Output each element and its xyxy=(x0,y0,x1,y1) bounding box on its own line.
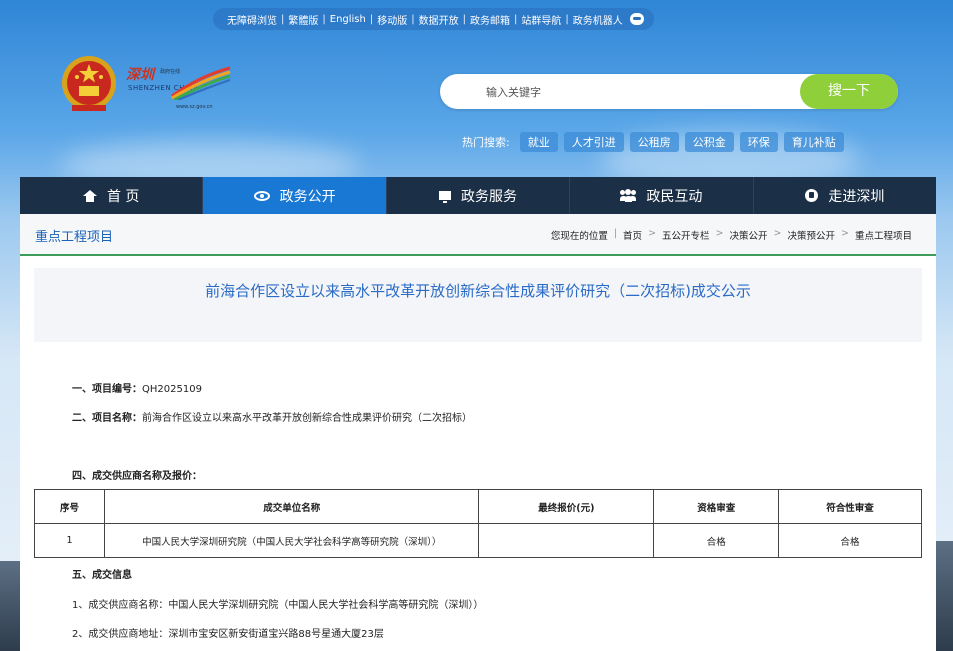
monitor-icon xyxy=(439,191,452,203)
deal-supplier-name: 1、成交供应商名称：中国人民大学深圳研究院（中国人民大学社会科学高等研究院（深圳… xyxy=(72,600,484,611)
nav-gov-affairs-open[interactable]: 政务公开 xyxy=(203,177,387,214)
hot-tag-childcare-subsidy[interactable]: 育儿补贴 xyxy=(783,132,844,152)
col-header-index: 序号 xyxy=(34,489,105,524)
breadcrumb-prefix: 您现在的位置 xyxy=(550,231,608,242)
background-building xyxy=(936,541,953,651)
col-header-final-price: 最终报价(元) xyxy=(478,489,655,524)
cell-index: 1 xyxy=(34,523,105,558)
col-header-unit-name: 成交单位名称 xyxy=(103,489,480,524)
eye-icon xyxy=(253,190,270,201)
search-bar: 搜一下 xyxy=(440,74,898,109)
breadcrumb-decision-open[interactable]: 决策公开 xyxy=(730,228,768,242)
open-data-link[interactable]: 数据开放 xyxy=(415,12,463,27)
search-button[interactable]: 搜一下 xyxy=(800,74,898,109)
national-emblem-icon xyxy=(62,56,116,111)
home-icon xyxy=(82,189,97,202)
hot-search: 热门搜索: 就业 人才引进 公租房 公积金 环保 育儿补贴 xyxy=(462,132,844,152)
nav-interaction[interactable]: 政民互动 xyxy=(570,177,754,214)
article-title-box: 前海合作区设立以来高水平改革开放创新综合性成果评价研究（二次招标)成交公示 xyxy=(34,268,922,342)
breadcrumb-five-open[interactable]: 五公开专栏 xyxy=(662,228,710,242)
project-name: 二、项目名称：前海合作区设立以来高水平改革开放创新综合性成果评价研究（二次招标） xyxy=(72,413,472,424)
main-nav: 首 页 政务公开 政务服务 政民互动 走进深圳 xyxy=(20,177,936,214)
col-header-compliance: 符合性审查 xyxy=(778,489,922,524)
robot-icon[interactable] xyxy=(629,13,644,25)
cell-qualification: 合格 xyxy=(653,523,780,558)
background-building xyxy=(0,561,20,651)
table-row: 1 中国人民大学深圳研究院（中国人民大学社会科学高等研究院（深圳）） 合格 合格 xyxy=(34,523,922,558)
cell-compliance: 合格 xyxy=(778,523,922,558)
hot-tag-public-housing[interactable]: 公租房 xyxy=(629,132,679,152)
site-nav-link[interactable]: 站群导航 xyxy=(517,12,565,27)
nav-about-shenzhen[interactable]: 走进深圳 xyxy=(754,177,936,214)
deal-supplier-address: 2、成交供应商地址：深圳市宝安区新安街道宝兴路88号星通大厦23层 xyxy=(72,629,384,640)
accessibility-link[interactable]: 无障碍浏览 xyxy=(223,12,281,27)
hot-tag-talent[interactable]: 人才引进 xyxy=(563,132,624,152)
hot-search-label: 热门搜索: xyxy=(462,136,510,149)
breadcrumb-home[interactable]: 首页 xyxy=(623,228,642,242)
traditional-chinese-link[interactable]: 繁體版 xyxy=(284,12,322,27)
table-header-row: 序号 成交单位名称 最终报价(元) 资格审查 符合性审查 xyxy=(34,489,922,524)
hot-tag-employment[interactable]: 就业 xyxy=(519,132,558,152)
cell-unit-name: 中国人民大学深圳研究院（中国人民大学社会科学高等研究院（深圳）） xyxy=(103,523,480,558)
cell-final-price xyxy=(478,523,655,558)
deal-section-heading: 五、成交信息 xyxy=(72,570,132,581)
breadcrumb-decision-pre-open[interactable]: 决策预公开 xyxy=(788,228,836,242)
rainbow-swoosh-icon xyxy=(171,66,231,100)
compass-icon xyxy=(805,189,819,202)
gov-mail-link[interactable]: 政务邮箱 xyxy=(466,12,514,27)
project-number: 一、项目编号：QH2025109 xyxy=(72,384,202,395)
mobile-link[interactable]: 移动版 xyxy=(373,12,411,27)
hot-tag-environment[interactable]: 环保 xyxy=(739,132,778,152)
section-title[interactable]: 重点工程项目 xyxy=(35,226,113,245)
nav-gov-services[interactable]: 政务服务 xyxy=(387,177,571,214)
supplier-section-heading: 四、成交供应商名称及报价： xyxy=(72,471,202,482)
col-header-qualification: 资格审查 xyxy=(653,489,780,524)
search-input[interactable] xyxy=(484,82,788,102)
hot-tag-housing-fund[interactable]: 公积金 xyxy=(684,132,734,152)
breadcrumb-key-projects[interactable]: 重点工程项目 xyxy=(855,228,912,242)
award-table: 序号 成交单位名称 最终报价(元) 资格审查 符合性审查 1 中国人民大学深圳研… xyxy=(34,489,922,558)
article-title: 前海合作区设立以来高水平改革开放创新综合性成果评价研究（二次招标)成交公示 xyxy=(205,282,751,300)
nav-home[interactable]: 首 页 xyxy=(20,177,204,214)
content-panel: 重点工程项目 您现在的位置 | 首页 > 五公开专栏 > 决策公开 > 决策预公开 > 重… xyxy=(20,214,936,651)
gov-robot-link[interactable]: 政务机器人 xyxy=(569,12,627,27)
breadcrumb-bar: 重点工程项目 您现在的位置 | 首页 > 五公开专栏 > 决策公开 > 决策预公开 > 重… xyxy=(20,214,936,256)
english-link[interactable]: English xyxy=(326,14,370,25)
breadcrumb: 您现在的位置 | 首页 > 五公开专栏 > 决策公开 > 决策预公开 > 重点工程项目 xyxy=(550,228,912,242)
top-utility-bar: 无障碍浏览 | 繁體版 | English | 移动版 | 数据开放 | 政务邮箱 | 站群… xyxy=(213,8,654,30)
shenzhen-logo[interactable]: 深圳 政府在线 SHENZHEN CHINA www.sz.gov.cn xyxy=(126,64,234,112)
people-icon xyxy=(620,188,637,202)
